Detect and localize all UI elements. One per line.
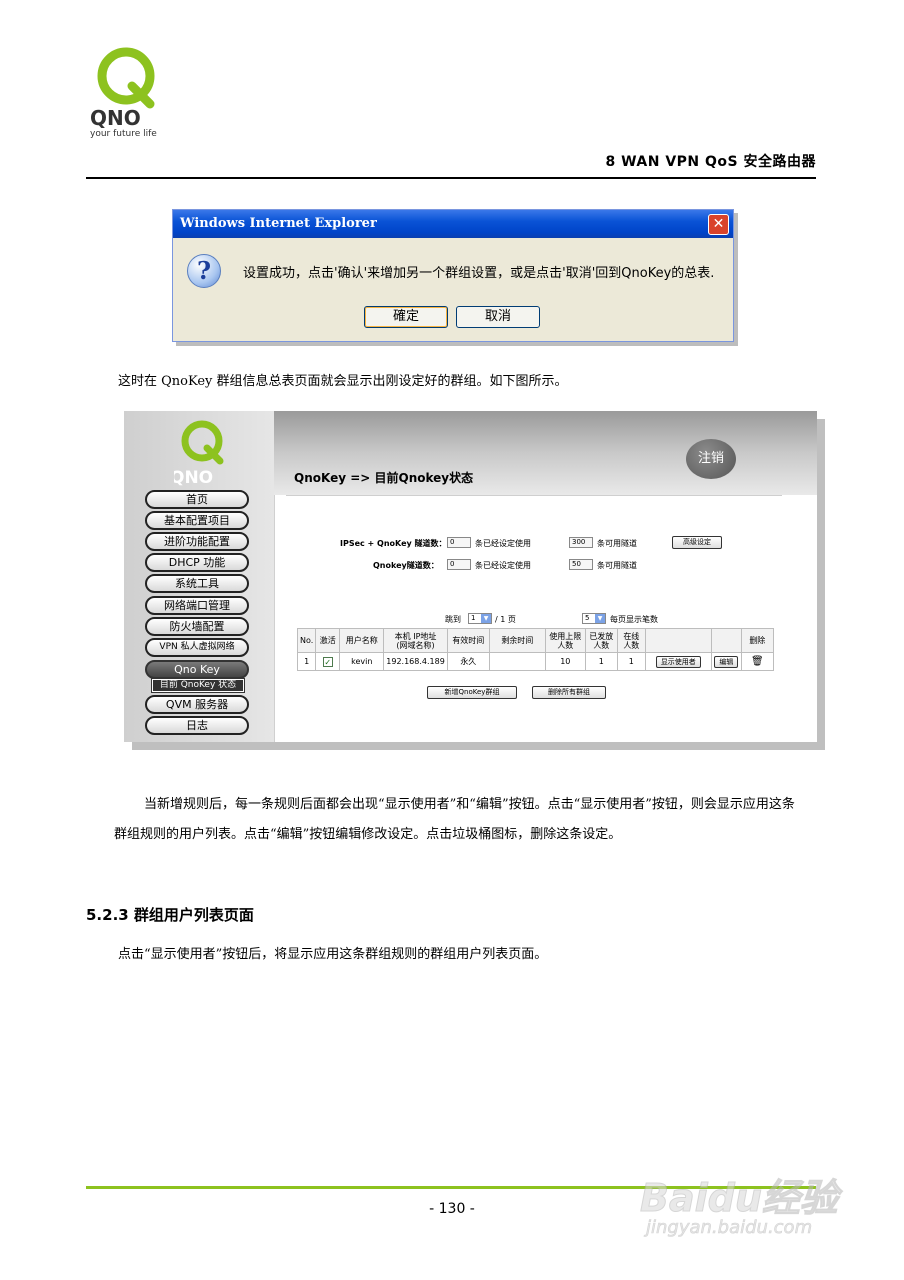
- dialog-title: Windows Internet Explorer: [180, 216, 377, 231]
- cell-username: kevin: [339, 652, 385, 671]
- col-header-valid-time: 有效时间: [446, 628, 490, 653]
- edit-button[interactable]: 编辑: [714, 655, 739, 668]
- ipsec-used-field: 0: [447, 537, 471, 548]
- menu-item-firewall[interactable]: 防火墙配置: [145, 617, 249, 636]
- router-logo: QNO: [170, 413, 232, 488]
- header-divider: [86, 177, 816, 179]
- logout-button[interactable]: 注销: [686, 439, 736, 479]
- chevron-down-icon: ▼: [481, 614, 491, 623]
- paragraph-section: 点击“显示使用者”按钮后，将显示应用这条群组规则的群组用户列表页面。: [118, 947, 548, 962]
- ipsec-tunnel-label: IPSec + QnoKey 隧道数：: [340, 539, 447, 548]
- col-header-username: 用户名称: [339, 628, 385, 653]
- router-logo-text: QNO: [174, 468, 213, 488]
- cell-issued: 1: [584, 652, 618, 671]
- cell-valid-time: 永久: [446, 652, 490, 671]
- ipsec-available-suffix: 条可用隧道: [597, 539, 637, 548]
- cell-limit: 10: [544, 652, 586, 671]
- per-page-label: 每页显示笔数: [610, 615, 658, 624]
- menu-item-port-management[interactable]: 网络端口管理: [145, 596, 249, 615]
- dialog-titlebar[interactable]: Windows Internet Explorer ✕: [173, 210, 733, 238]
- advanced-settings-button[interactable]: 高级设定: [672, 536, 722, 549]
- logo-text: QNO: [90, 106, 141, 130]
- page-select[interactable]: 1 ▼: [468, 613, 492, 624]
- page-total: / 1 页: [495, 615, 516, 624]
- qno-logo: QNO your future life: [88, 42, 168, 139]
- chevron-down-icon: ▼: [595, 614, 605, 623]
- qnokey-tunnel-label: Qnokey隧道数：: [373, 561, 439, 570]
- paragraph-intro: 这时在 QnoKey 群组信息总表页面就会显示出刚设定好的群组。如下图所示。: [118, 374, 568, 389]
- cell-remaining-time: [488, 652, 546, 671]
- menu-item-vpn[interactable]: VPN 私人虚拟网络: [145, 638, 249, 657]
- paragraph-description: 当新增规则后，每一条规则后面都会出现“显示使用者”和“编辑”按钮。点击“显示使用…: [114, 797, 795, 842]
- table-header-row: No. 激活 用户名称 本机 IP地址 (网域名称) 有效时间 剩余时间 使用上…: [296, 628, 774, 653]
- col-header-active: 激活: [315, 628, 341, 653]
- router-screenshot: QNO 注销 QnoKey => 目前Qnokey状态 首页 基本配置项目 进阶…: [124, 411, 817, 742]
- sidebar-separator: [274, 495, 275, 742]
- col-header-no: No.: [296, 628, 317, 653]
- menu-item-system-tools[interactable]: 系统工具: [145, 574, 249, 593]
- per-page-select-value: 5: [585, 614, 590, 622]
- qnokey-group-table: No. 激活 用户名称 本机 IP地址 (网域名称) 有效时间 剩余时间 使用上…: [296, 628, 774, 671]
- menu-item-qnokey[interactable]: Qno Key: [145, 660, 249, 679]
- col-header-limit: 使用上限 人数: [544, 628, 586, 653]
- submenu-item-qnokey-status[interactable]: 目前 QnoKey 状态: [151, 678, 245, 693]
- ipsec-available-field: 300: [569, 537, 593, 548]
- title-divider: [286, 495, 782, 496]
- ok-button[interactable]: 確定: [364, 306, 448, 328]
- header-title: 8 WAN VPN QoS 安全路由器: [605, 154, 816, 170]
- cell-ip: 192.168.4.189: [383, 652, 448, 671]
- col-header-issued: 已发放 人数: [584, 628, 618, 653]
- dialog-message: 设置成功，点击'确认'来增加另一个群组设置，或是点击'取消'回到QnoKey的总…: [243, 266, 715, 281]
- active-checkbox[interactable]: ✓: [322, 656, 333, 667]
- cell-edit: 编辑: [710, 652, 742, 671]
- table-row: 1 ✓ kevin 192.168.4.189 永久 10 1 1 显示使用者 …: [296, 652, 774, 671]
- qnokey-used-field: 0: [447, 559, 471, 570]
- qnokey-used-suffix: 条已经设定使用: [475, 561, 531, 570]
- delete-all-groups-button[interactable]: 删除所有群组: [532, 686, 606, 699]
- menu-item-log[interactable]: 日志: [145, 716, 249, 735]
- per-page-select[interactable]: 5 ▼: [582, 613, 606, 624]
- question-icon: ?: [187, 254, 221, 288]
- menu-item-home[interactable]: 首页: [145, 490, 249, 509]
- watermark-brand: Baidu经验: [640, 1176, 839, 1221]
- qnokey-available-field: 50: [569, 559, 593, 570]
- col-header-edit: [710, 628, 742, 653]
- trash-icon[interactable]: 🗑: [751, 656, 764, 667]
- ipsec-used-suffix: 条已经设定使用: [475, 539, 531, 548]
- col-header-show-users: [644, 628, 712, 653]
- menu-item-advanced[interactable]: 进阶功能配置: [145, 532, 249, 551]
- col-header-online: 在线 人数: [616, 628, 646, 653]
- cell-no: 1: [296, 652, 317, 671]
- col-header-ip: 本机 IP地址 (网域名称): [383, 628, 448, 653]
- baidu-watermark: Baidu经验 jingyan.baidu.com: [640, 1145, 860, 1245]
- section-heading: 5.2.3 群组用户列表页面: [86, 906, 254, 924]
- page-select-value: 1: [471, 614, 476, 622]
- menu-item-dhcp[interactable]: DHCP 功能: [145, 553, 249, 572]
- close-icon[interactable]: ✕: [708, 214, 729, 235]
- cancel-button[interactable]: 取消: [456, 306, 540, 328]
- router-page-title: QnoKey => 目前Qnokey状态: [294, 471, 474, 485]
- goto-label: 跳到: [445, 615, 461, 624]
- cell-active: ✓: [315, 652, 341, 671]
- qnokey-available-suffix: 条可用隧道: [597, 561, 637, 570]
- menu-item-basic-setup[interactable]: 基本配置项目: [145, 511, 249, 530]
- cell-delete: 🗑: [740, 652, 774, 671]
- show-users-button[interactable]: 显示使用者: [655, 655, 701, 668]
- cell-show-users: 显示使用者: [644, 652, 712, 671]
- col-header-remaining-time: 剩余时间: [488, 628, 546, 653]
- ie-alert-dialog: Windows Internet Explorer ✕ ? 设置成功，点击'确认…: [172, 209, 734, 342]
- col-header-delete: 删除: [740, 628, 774, 653]
- menu-item-qvm[interactable]: QVM 服务器: [145, 695, 249, 714]
- cell-online: 1: [616, 652, 646, 671]
- add-qnokey-group-button[interactable]: 新增QnoKey群组: [427, 686, 517, 699]
- logo-tagline: your future life: [90, 129, 157, 138]
- watermark-url: jingyan.baidu.com: [646, 1217, 813, 1239]
